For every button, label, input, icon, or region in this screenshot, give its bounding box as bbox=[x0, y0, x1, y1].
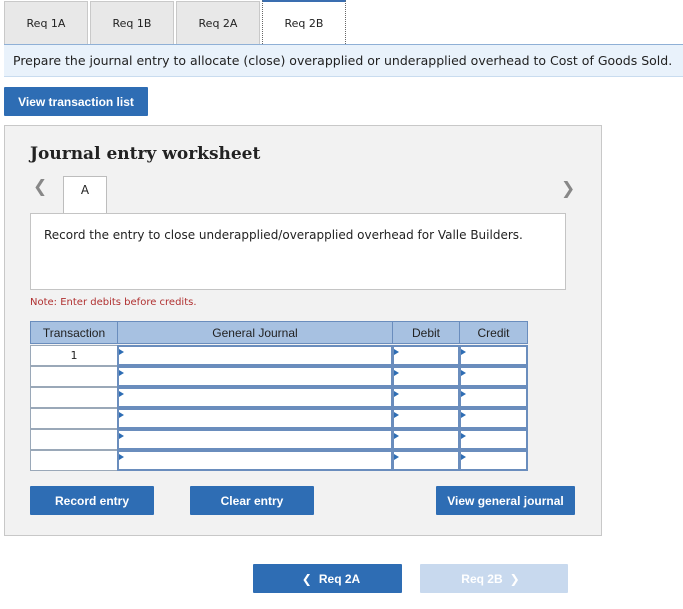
debit-input[interactable] bbox=[392, 387, 460, 408]
credit-input[interactable] bbox=[459, 366, 528, 387]
account-input[interactable] bbox=[117, 345, 393, 366]
account-input[interactable] bbox=[117, 408, 393, 429]
worksheet-title: Journal entry worksheet bbox=[30, 144, 261, 164]
record-entry-button[interactable]: Record entry bbox=[30, 486, 154, 515]
debit-input[interactable] bbox=[392, 408, 460, 429]
next-req-button: Req 2B ❯ bbox=[420, 564, 568, 593]
chevron-right-icon[interactable]: ❯ bbox=[561, 179, 575, 199]
tab-req-1b[interactable]: Req 1B bbox=[90, 1, 174, 44]
view-general-journal-button[interactable]: View general journal bbox=[436, 486, 575, 515]
entry-tab-a[interactable]: A bbox=[63, 176, 107, 214]
transaction-cell bbox=[30, 408, 118, 429]
tab-req-2a[interactable]: Req 2A bbox=[176, 1, 260, 44]
journal-entry-worksheet-panel: Journal entry worksheet ❮ ❯ A Record the… bbox=[4, 125, 602, 536]
debit-credit-note: Note: Enter debits before credits. bbox=[30, 297, 197, 308]
account-input[interactable] bbox=[117, 387, 393, 408]
tab-req-1a[interactable]: Req 1A bbox=[4, 1, 88, 44]
credit-input[interactable] bbox=[459, 450, 528, 471]
view-transaction-list-button[interactable]: View transaction list bbox=[4, 87, 148, 116]
tab-req-2b[interactable]: Req 2B bbox=[262, 0, 346, 44]
account-input[interactable] bbox=[117, 429, 393, 450]
header-transaction: Transaction bbox=[30, 321, 118, 344]
debit-input[interactable] bbox=[392, 345, 460, 366]
chevron-left-icon: ❮ bbox=[301, 571, 312, 586]
credit-input[interactable] bbox=[459, 429, 528, 450]
clear-entry-button[interactable]: Clear entry bbox=[190, 486, 314, 515]
credit-input[interactable] bbox=[459, 345, 528, 366]
account-input[interactable] bbox=[117, 366, 393, 387]
credit-input[interactable] bbox=[459, 408, 528, 429]
transaction-cell bbox=[30, 366, 118, 387]
instruction-text: Prepare the journal entry to allocate (c… bbox=[4, 45, 683, 77]
credit-input[interactable] bbox=[459, 387, 528, 408]
header-credit: Credit bbox=[459, 321, 528, 344]
header-general-journal: General Journal bbox=[117, 321, 393, 344]
debit-input[interactable] bbox=[392, 450, 460, 471]
requirement-tabs: Req 1A Req 1B Req 2A Req 2B bbox=[4, 0, 683, 44]
chevron-left-icon[interactable]: ❮ bbox=[33, 177, 47, 197]
transaction-cell bbox=[30, 450, 118, 471]
transaction-cell bbox=[30, 387, 118, 408]
chevron-right-icon: ❯ bbox=[509, 571, 520, 586]
prev-req-label: Req 2A bbox=[318, 571, 361, 586]
prev-req-button[interactable]: ❮ Req 2A bbox=[253, 564, 402, 593]
transaction-cell: 1 bbox=[30, 345, 118, 366]
entry-description-text: Record the entry to close underapplied/o… bbox=[44, 228, 523, 242]
debit-input[interactable] bbox=[392, 429, 460, 450]
account-input[interactable] bbox=[117, 450, 393, 471]
next-req-label: Req 2B bbox=[461, 571, 503, 586]
debit-input[interactable] bbox=[392, 366, 460, 387]
transaction-cell bbox=[30, 429, 118, 450]
header-debit: Debit bbox=[392, 321, 460, 344]
entry-description: Record the entry to close underapplied/o… bbox=[30, 213, 566, 290]
